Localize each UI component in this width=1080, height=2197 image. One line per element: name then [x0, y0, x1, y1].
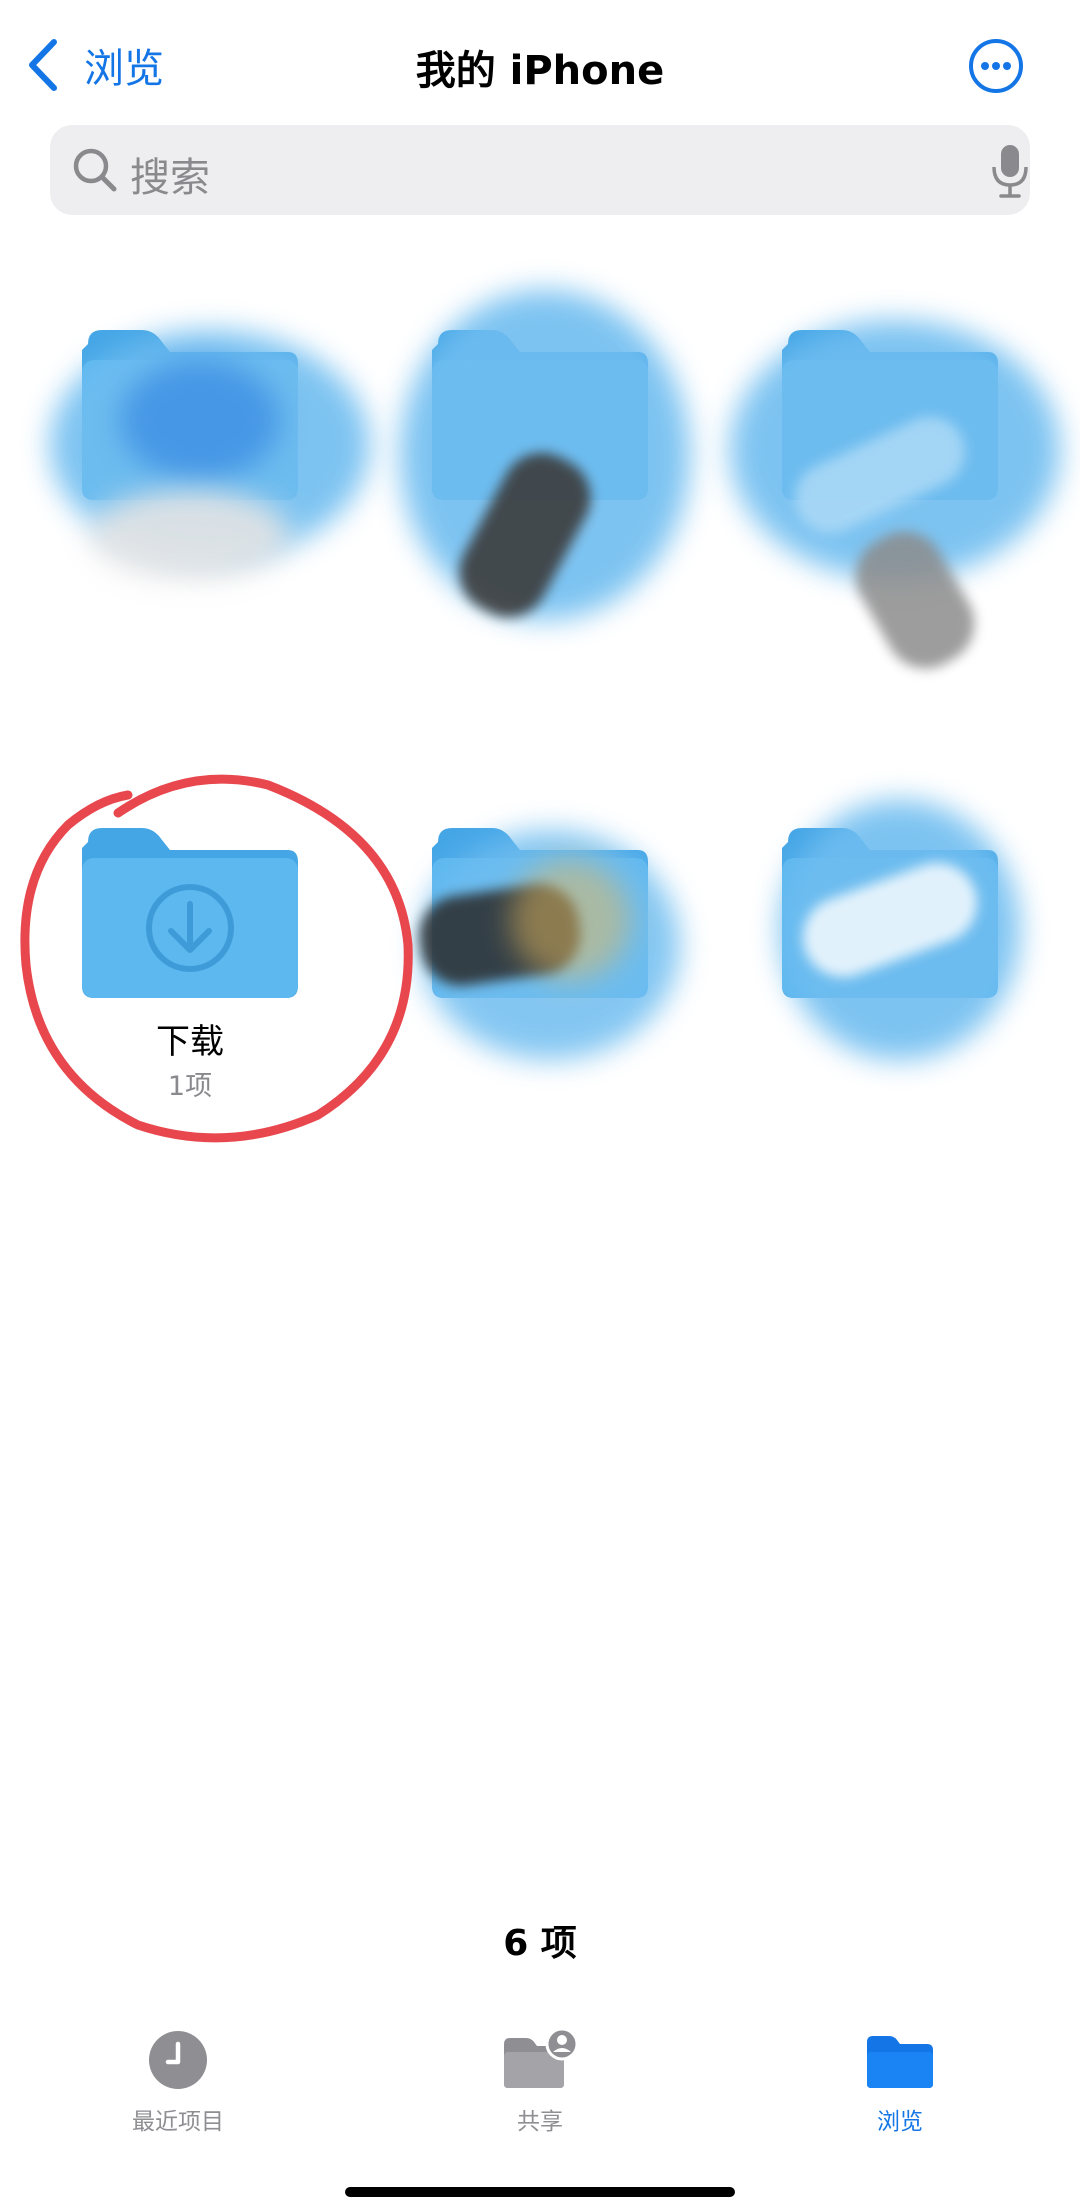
tab-shared[interactable]: 共享	[440, 2027, 640, 2136]
shared-folder-icon	[504, 2027, 579, 2088]
tab-label: 最近项目	[132, 2109, 224, 2135]
item-count: 6 项	[503, 1923, 577, 1964]
folder-icon	[82, 828, 298, 998]
home-indicator[interactable]	[345, 2187, 735, 2197]
folder-name: 下载	[156, 1022, 224, 1062]
more-options-icon[interactable]	[968, 38, 1024, 94]
microphone-icon[interactable]	[990, 143, 1030, 199]
search-bar[interactable]: 搜索	[50, 125, 1030, 215]
folder-item-count: 1项	[167, 1071, 213, 1102]
navigation-bar: 浏览 我的 iPhone	[0, 0, 1080, 120]
tab-label: 共享	[517, 2109, 563, 2135]
tab-browse[interactable]: 浏览	[800, 2028, 1000, 2136]
clock-icon	[149, 2031, 207, 2089]
downloads-folder[interactable]: 下载 1项	[82, 828, 298, 1102]
page-title: 我的 iPhone	[415, 48, 665, 94]
tab-bar: 最近项目 共享 浏览	[0, 2010, 1080, 2195]
search-placeholder: 搜索	[130, 155, 210, 201]
tab-recents[interactable]: 最近项目	[78, 2028, 278, 2136]
search-icon	[73, 148, 117, 192]
folder-icon	[867, 2036, 933, 2088]
tab-label: 浏览	[877, 2109, 923, 2135]
